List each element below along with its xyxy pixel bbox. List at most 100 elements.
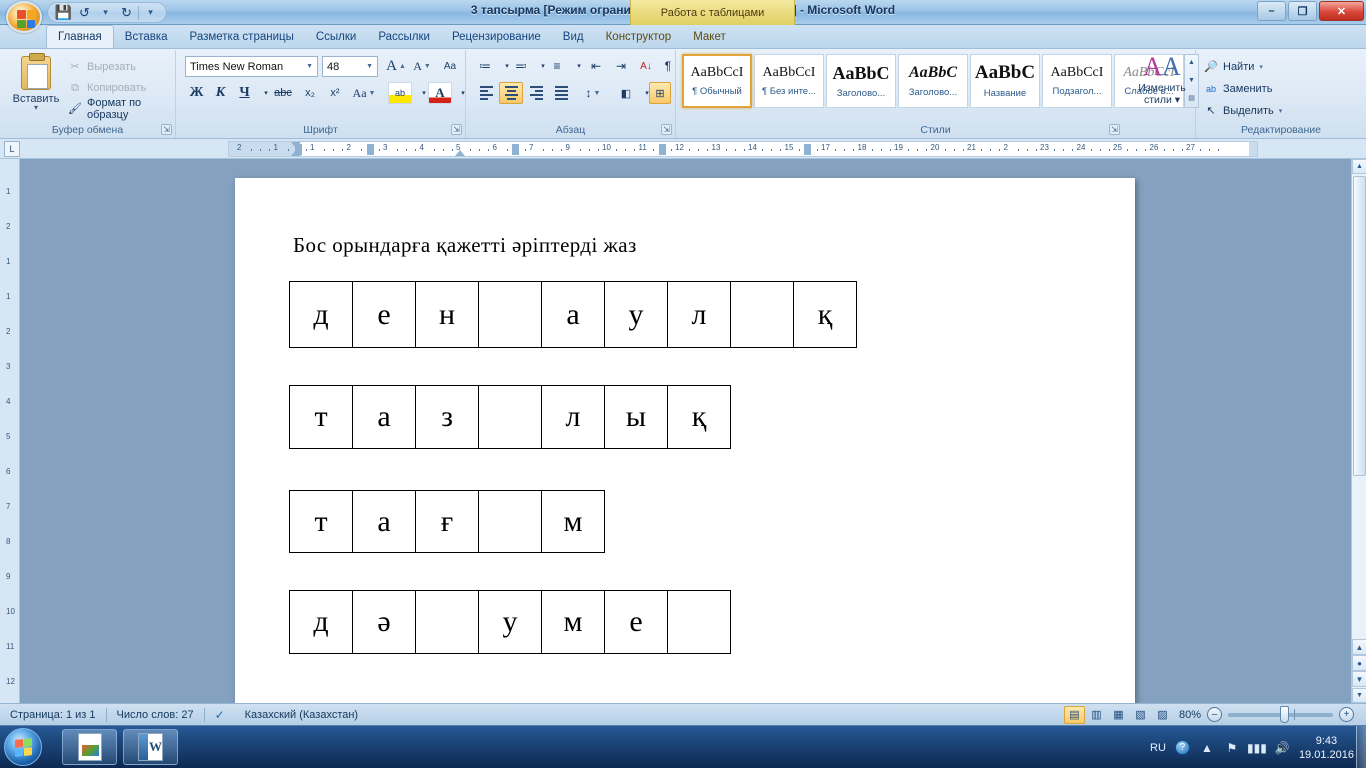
tab-insert[interactable]: Вставка — [114, 26, 179, 48]
align-center-button[interactable] — [499, 82, 523, 104]
zoom-level-label[interactable]: 80% — [1179, 709, 1201, 721]
scrollbar-thumb[interactable] — [1353, 176, 1366, 476]
numbering-button[interactable]: ≕ — [510, 55, 532, 77]
help-icon[interactable]: ? — [1174, 740, 1190, 755]
letter-cell[interactable]: д — [289, 281, 353, 348]
office-button[interactable] — [6, 1, 42, 33]
subscript-button[interactable]: x₂ — [298, 82, 322, 104]
letter-cell[interactable]: т — [289, 490, 353, 553]
font-color-button[interactable]: A — [428, 82, 452, 104]
letter-cell[interactable]: е — [352, 281, 416, 348]
save-icon[interactable]: 💾 — [54, 4, 73, 22]
undo-icon[interactable]: ↺ — [75, 4, 94, 22]
format-painter-button[interactable]: 🖌 Формат по образцу — [68, 97, 175, 121]
start-button[interactable] — [4, 728, 42, 766]
underline-button[interactable]: Ч — [233, 82, 256, 104]
table-row[interactable]: дәуме — [289, 590, 731, 654]
letter-cell[interactable]: л — [541, 385, 605, 449]
letter-cell[interactable]: т — [289, 385, 353, 449]
superscript-button[interactable]: x² — [323, 82, 347, 104]
tab-review[interactable]: Рецензирование — [441, 26, 552, 48]
minimize-button[interactable]: – — [1257, 1, 1286, 21]
bullets-button[interactable]: ≔ — [474, 55, 496, 77]
previous-page-icon[interactable]: ▲ — [1352, 639, 1366, 655]
bold-button[interactable]: Ж — [185, 82, 208, 104]
zoom-slider-thumb[interactable] — [1280, 705, 1289, 723]
letter-cell[interactable]: л — [667, 281, 731, 348]
taskbar-item-image[interactable] — [62, 729, 117, 765]
blank-cell[interactable] — [667, 590, 731, 654]
style-item-heading2[interactable]: AaBbC Заголово... — [898, 54, 968, 108]
justify-button[interactable] — [549, 82, 573, 104]
font-size-dropdown-icon[interactable]: ▼ — [366, 63, 373, 70]
letter-table-3[interactable]: тағм — [289, 490, 605, 553]
language-bar[interactable]: RU — [1150, 742, 1166, 754]
select-button[interactable]: ↖ Выделить ▾ — [1204, 100, 1282, 121]
next-page-icon[interactable]: ▼ — [1352, 671, 1366, 687]
ruler-track[interactable]: 2 1 1 2 3 4 5 6 7 9 10 11 12 13 14 15 17 18 19 20 21 2 23 24 25 2… — [228, 141, 1258, 157]
blank-cell[interactable] — [415, 590, 479, 654]
letter-cell[interactable]: м — [541, 490, 605, 553]
view-print-layout-button[interactable]: ▤ — [1063, 705, 1085, 724]
table-row[interactable]: денаулқ — [289, 281, 857, 348]
sort-button[interactable]: A↓ — [635, 55, 657, 77]
zoom-out-button[interactable]: – — [1207, 707, 1222, 722]
paragraph-dialog-launcher-icon[interactable]: ⇲ — [661, 124, 672, 135]
scroll-down-icon[interactable]: ▼ — [1352, 688, 1366, 703]
tab-table-layout[interactable]: Макет — [682, 26, 737, 48]
font-size-input[interactable]: 48 ▼ — [322, 56, 378, 77]
ruler-tab-stop[interactable] — [367, 144, 374, 155]
letter-cell[interactable]: у — [478, 590, 542, 654]
font-name-input[interactable]: Times New Roman ▼ — [185, 56, 318, 77]
tab-table-design[interactable]: Конструктор — [595, 26, 683, 48]
letter-cell[interactable]: а — [541, 281, 605, 348]
restore-button[interactable]: ❐ — [1288, 1, 1317, 21]
tab-references[interactable]: Ссылки — [305, 26, 368, 48]
first-line-indent-marker[interactable] — [291, 142, 301, 148]
letter-cell[interactable]: ә — [352, 590, 416, 654]
network-icon[interactable]: ▮▮▮ — [1247, 740, 1267, 756]
blank-cell[interactable] — [478, 385, 542, 449]
word-count[interactable]: Число слов: 27 — [107, 704, 204, 726]
styles-dialog-launcher-icon[interactable]: ⇲ — [1109, 124, 1120, 135]
multilevel-list-button[interactable]: ≡ — [546, 55, 568, 77]
style-item-subtitle[interactable]: AaBbCcI Подзагол... — [1042, 54, 1112, 108]
scroll-up-icon[interactable]: ▲ — [1352, 159, 1366, 174]
letter-cell[interactable]: қ — [667, 385, 731, 449]
show-desktop-button[interactable] — [1356, 726, 1366, 768]
table-row[interactable]: тағм — [289, 490, 605, 553]
table-row[interactable]: тазлық — [289, 385, 731, 449]
show-hidden-icons-icon[interactable]: ▲ — [1199, 740, 1215, 756]
change-styles-button[interactable]: AA Изменить стили ▾ — [1129, 52, 1195, 122]
customize-qat-icon[interactable]: ▾ — [141, 4, 160, 22]
view-web-layout-button[interactable]: ▦ — [1108, 706, 1129, 724]
letter-table-1[interactable]: денаулқ — [289, 281, 857, 348]
find-dropdown-icon[interactable]: ▾ — [1259, 63, 1263, 71]
language-indicator[interactable]: Казахский (Казахстан) — [235, 704, 368, 726]
style-item-no-spacing[interactable]: AaBbCcI ¶ Без инте... — [754, 54, 824, 108]
letter-cell[interactable]: а — [352, 385, 416, 449]
strikethrough-button[interactable]: abc — [270, 82, 296, 104]
change-case-button[interactable]: Aa ▼ — [348, 82, 380, 104]
italic-button[interactable]: К — [209, 82, 232, 104]
cut-button[interactable]: ✂ Вырезать — [68, 57, 136, 76]
copy-button[interactable]: ⧉ Копировать — [68, 78, 146, 97]
letter-cell[interactable]: а — [352, 490, 416, 553]
clipboard-dialog-launcher-icon[interactable]: ⇲ — [161, 124, 172, 135]
ruler-tab-stop[interactable] — [804, 144, 811, 155]
letter-cell[interactable]: д — [289, 590, 353, 654]
tab-mailings[interactable]: Рассылки — [367, 26, 441, 48]
select-browse-object-icon[interactable]: ● — [1352, 655, 1366, 671]
action-center-icon[interactable]: ⚑ — [1224, 740, 1240, 756]
ruler-tab-stop[interactable] — [659, 144, 666, 155]
tab-home[interactable]: Главная — [46, 25, 114, 48]
view-outline-button[interactable]: ▧ — [1130, 706, 1151, 724]
paste-dropdown-icon[interactable]: ▾ — [34, 104, 38, 112]
view-full-screen-reading-button[interactable]: ▥ — [1086, 706, 1107, 724]
document-page[interactable]: Бос орындарға қажетті әріптерді жаз дена… — [235, 178, 1135, 703]
style-item-title[interactable]: AaBbC Название — [970, 54, 1040, 108]
left-indent-marker[interactable] — [455, 150, 465, 156]
ruler-tab-stop[interactable] — [512, 144, 519, 155]
view-draft-button[interactable]: ▨ — [1152, 706, 1173, 724]
zoom-in-button[interactable]: + — [1339, 707, 1354, 722]
